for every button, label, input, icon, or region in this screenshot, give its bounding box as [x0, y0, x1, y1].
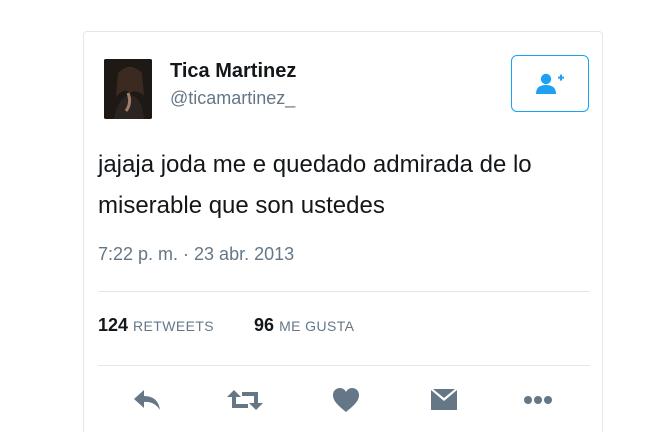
likes-stat[interactable]: 96 ME GUSTA	[254, 315, 354, 336]
avatar[interactable]	[104, 59, 152, 119]
tweet-timestamp[interactable]: 7:22 p. m. · 23 abr. 2013	[98, 244, 294, 265]
like-button[interactable]	[326, 382, 366, 418]
retweet-button[interactable]	[225, 382, 265, 418]
author-display-name[interactable]: Tica Martinez	[170, 60, 296, 83]
likes-count: 96	[254, 315, 275, 335]
retweets-count: 124	[98, 315, 129, 335]
tweet-card: Tica Martinez @ticamartinez_ jajaja joda…	[83, 31, 603, 432]
tweet-actions	[84, 382, 602, 418]
avatar-image	[104, 59, 152, 119]
tweet-text: jajaja joda me e quedado admirada de lo …	[98, 151, 532, 219]
like-icon	[333, 388, 359, 412]
divider	[98, 365, 590, 366]
follow-icon	[536, 73, 564, 94]
retweets-label: RETWEETS	[133, 318, 215, 334]
reply-icon	[134, 390, 160, 410]
follow-button[interactable]	[511, 55, 589, 112]
retweets-stat[interactable]: 124 RETWEETS	[98, 315, 214, 336]
divider	[98, 291, 590, 292]
message-icon	[431, 389, 457, 410]
more-icon	[524, 396, 552, 404]
tweet-stats: 124 RETWEETS 96 ME GUSTA	[98, 315, 354, 336]
likes-label: ME GUSTA	[279, 318, 355, 334]
message-button[interactable]	[424, 382, 464, 418]
retweet-icon	[227, 390, 263, 410]
reply-button[interactable]	[127, 382, 167, 418]
more-button[interactable]	[518, 382, 558, 418]
author-handle[interactable]: @ticamartinez_	[170, 88, 295, 109]
